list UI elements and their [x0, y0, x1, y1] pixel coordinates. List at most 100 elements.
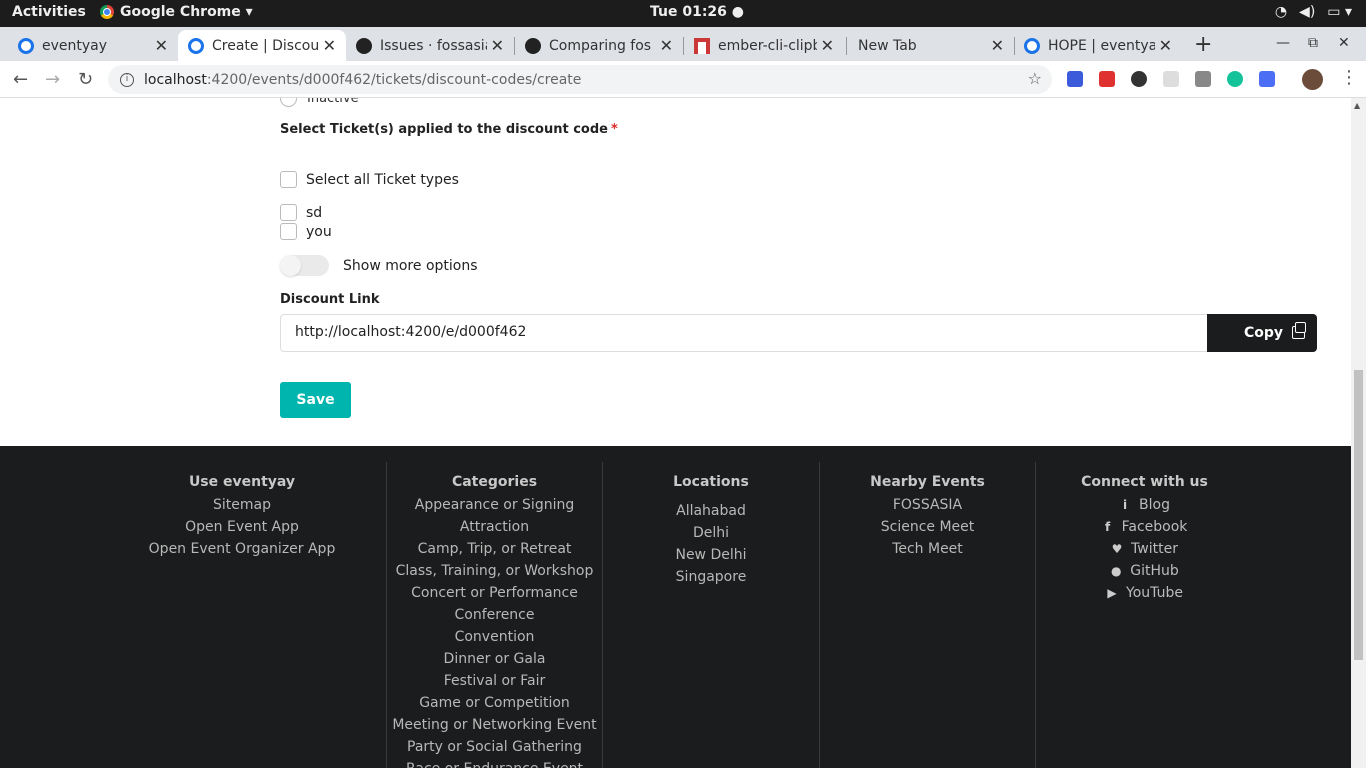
footer-link[interactable]: Allahabad	[603, 500, 819, 522]
tab-title: HOPE | eventya	[1048, 37, 1155, 54]
profile-avatar[interactable]	[1302, 69, 1323, 90]
footer-link[interactable]: Game or Competition	[387, 692, 602, 714]
footer-social-blog[interactable]: i Blog	[1036, 494, 1253, 516]
maximize-button[interactable]: ⧉	[1308, 35, 1318, 51]
back-icon[interactable]: ←	[13, 69, 28, 90]
angular-extension-icon[interactable]	[1195, 71, 1211, 87]
close-icon[interactable]: ✕	[821, 36, 834, 55]
e-extension-icon[interactable]	[1099, 71, 1115, 87]
discount-link-label: Discount Link	[280, 292, 380, 307]
footer-link[interactable]: Dinner or Gala	[387, 648, 602, 670]
footer-link[interactable]: Party or Social Gathering	[387, 736, 602, 758]
tab-ember-cli[interactable]: ember-cli-clipb ✕	[684, 30, 844, 61]
footer-link[interactable]: Open Event App	[98, 516, 386, 538]
close-icon[interactable]: ✕	[155, 36, 168, 55]
tab-title: eventyay	[42, 37, 108, 54]
select-all-checkbox-row[interactable]: Select all Ticket types	[280, 171, 459, 188]
tab-comparing[interactable]: Comparing fos ✕	[515, 30, 683, 61]
ticket-checkbox-row[interactable]: sd	[280, 204, 322, 221]
close-window-button[interactable]: ✕	[1338, 35, 1350, 51]
grid-extension-icon[interactable]	[1163, 71, 1179, 87]
grammarly-extension-icon[interactable]	[1227, 71, 1243, 87]
tab-eventyay[interactable]: eventyay ✕	[8, 30, 178, 61]
menu-dots-icon[interactable]: ⋮	[1340, 67, 1358, 88]
footer-link[interactable]: Delhi	[603, 522, 819, 544]
globe-icon	[1024, 37, 1040, 54]
footer-link[interactable]: Convention	[387, 626, 602, 648]
footer-link[interactable]: Class, Training, or Workshop	[387, 560, 602, 582]
footer-link[interactable]: Open Event Organizer App	[98, 538, 386, 560]
show-more-label: Show more options	[343, 257, 478, 274]
save-button[interactable]: Save	[280, 382, 351, 418]
close-icon[interactable]: ✕	[1159, 36, 1172, 55]
tab-create-discount[interactable]: Create | Discou ✕	[178, 30, 346, 61]
address-bar[interactable]: i localhost:4200/events/d000f462/tickets…	[108, 65, 1052, 94]
tab-issues[interactable]: Issues · fossasia ✕	[346, 30, 514, 61]
discount-link-input[interactable]: http://localhost:4200/e/d000f462	[280, 314, 1208, 352]
inactive-radio-row[interactable]: Inactive	[280, 98, 359, 107]
new-tab-button[interactable]: +	[1194, 32, 1212, 57]
volume-icon: ◀)	[1299, 4, 1316, 20]
footer-nearby-events: Nearby Events FOSSASIA Science Meet Tech…	[820, 462, 1036, 768]
app-menu[interactable]: Google Chrome ▾	[100, 4, 253, 20]
minimize-button[interactable]: —	[1276, 35, 1290, 51]
footer-social-github[interactable]: ● GitHub	[1036, 560, 1253, 582]
footer-heading: Use eventyay	[188, 474, 296, 490]
scroll-up-arrow-icon[interactable]: ▲	[1354, 101, 1360, 110]
footer-connect: Connect with us i Blog f Facebook ♥ Twit…	[1036, 462, 1253, 768]
close-icon[interactable]: ✕	[660, 36, 673, 55]
tab-hope[interactable]: HOPE | eventya ✕	[1014, 30, 1182, 61]
download-extension-icon[interactable]	[1131, 71, 1147, 87]
footer-heading: Locations	[673, 474, 749, 490]
ticket-checkbox-row[interactable]: you	[280, 223, 332, 240]
ticket-checkbox[interactable]	[280, 204, 297, 221]
footer-locations: Locations Allahabad Delhi New Delhi Sing…	[603, 462, 820, 768]
page-scrollbar[interactable]: ▲	[1351, 98, 1366, 768]
social-label: Twitter	[1131, 541, 1178, 557]
close-icon[interactable]: ✕	[323, 36, 336, 55]
footer-link[interactable]: Science Meet	[820, 516, 1035, 538]
wifi-icon: ◔	[1274, 4, 1288, 20]
ticket-checkbox[interactable]	[280, 223, 297, 240]
url-path: :4200/events/d000f462/tickets/discount-c…	[206, 71, 582, 88]
footer-link[interactable]: Conference	[387, 604, 602, 626]
reload-icon[interactable]: ↻	[78, 69, 93, 90]
show-more-toggle[interactable]	[280, 255, 329, 276]
footer-link[interactable]: New Delhi	[603, 544, 819, 566]
close-icon[interactable]: ✕	[991, 36, 1004, 55]
footer-social-facebook[interactable]: f Facebook	[1036, 516, 1253, 538]
npm-icon	[694, 37, 710, 54]
system-tray[interactable]: ◔ ◀) ▭ ▾	[1275, 4, 1352, 20]
youtube-icon: ▶	[1107, 586, 1117, 600]
close-icon[interactable]: ✕	[491, 36, 504, 55]
footer-link[interactable]: Singapore	[603, 566, 819, 588]
select-all-checkbox[interactable]	[280, 171, 297, 188]
copy-label: Copy	[1244, 325, 1284, 341]
show-more-options-row[interactable]: Show more options	[280, 255, 478, 276]
clock[interactable]: Tue 01:26 ●	[650, 4, 744, 20]
footer-link[interactable]: Tech Meet	[820, 538, 1035, 560]
footer-link[interactable]: Attraction	[387, 516, 602, 538]
tab-title: Comparing fos	[549, 37, 652, 54]
twitter-icon: ♥	[1111, 542, 1123, 556]
shield-extension-icon[interactable]	[1067, 71, 1083, 87]
bookmark-star-icon[interactable]: ☆	[1028, 69, 1042, 88]
footer-link[interactable]: Sitemap	[98, 494, 386, 516]
footer-link[interactable]: Camp, Trip, or Retreat	[387, 538, 602, 560]
footer-link[interactable]: Meeting or Networking Event	[387, 714, 602, 736]
footer-link[interactable]: Festival or Fair	[387, 670, 602, 692]
inactive-radio[interactable]	[280, 98, 297, 107]
tab-new-tab[interactable]: New Tab ✕	[848, 30, 1014, 61]
copy-button[interactable]: Copy	[1207, 314, 1317, 352]
footer-link[interactable]: FOSSASIA	[820, 494, 1035, 516]
footer-social-youtube[interactable]: ▶ YouTube	[1036, 582, 1253, 604]
footer-social-twitter[interactable]: ♥ Twitter	[1036, 538, 1253, 560]
forward-icon[interactable]: →	[45, 69, 60, 90]
footer-link[interactable]: Concert or Performance	[387, 582, 602, 604]
scrollbar-thumb[interactable]	[1354, 370, 1363, 660]
footer-link[interactable]: Appearance or Signing	[387, 494, 602, 516]
calendar-extension-icon[interactable]	[1259, 71, 1275, 87]
info-icon[interactable]: i	[120, 72, 134, 87]
activities-button[interactable]: Activities	[12, 4, 86, 20]
footer-link[interactable]: Race or Endurance Event	[387, 758, 602, 768]
